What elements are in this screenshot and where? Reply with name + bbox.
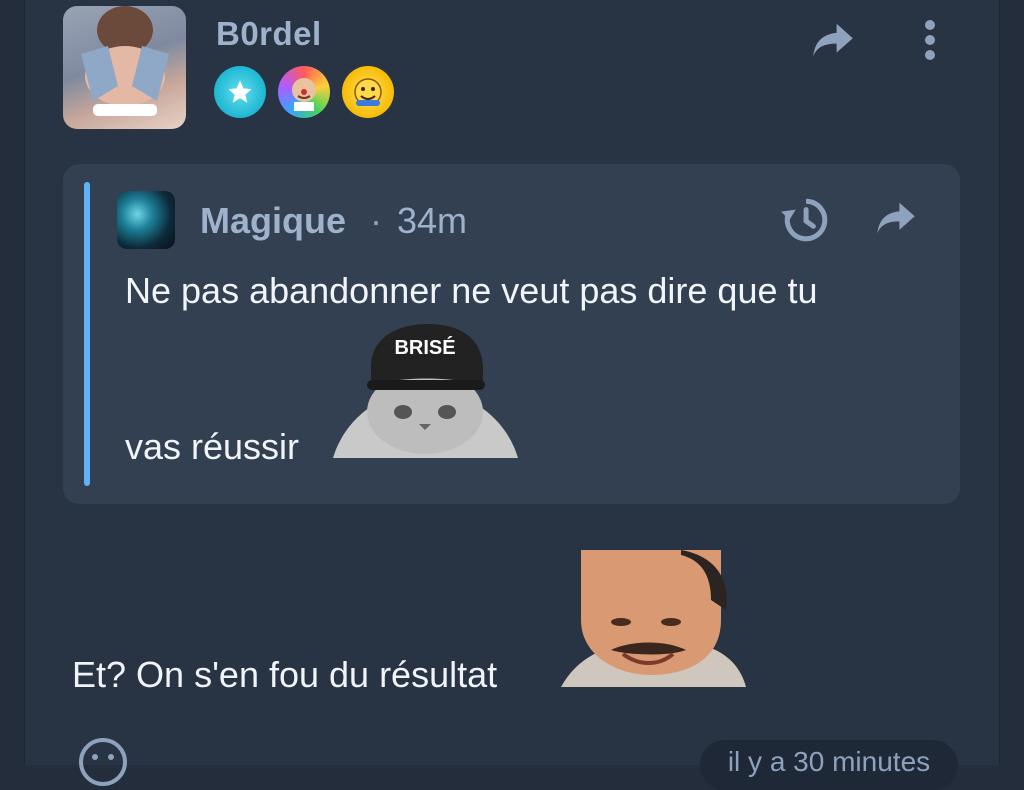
quoted-time: 34m bbox=[397, 200, 468, 241]
star-badge-icon[interactable] bbox=[214, 66, 266, 118]
emoji-badge-icon[interactable] bbox=[342, 66, 394, 118]
time-separator: · bbox=[370, 200, 382, 241]
message-text: Et? On s'en fou du résultat bbox=[72, 654, 498, 695]
quote-accent-bar bbox=[84, 182, 90, 486]
face-badge-icon[interactable] bbox=[278, 66, 330, 118]
sticker-text: BRISÉ bbox=[394, 336, 455, 359]
history-icon[interactable] bbox=[776, 192, 832, 248]
quoted-text-line: Ne pas abandonner ne veut pas dire que t… bbox=[125, 270, 818, 311]
quoted-text-line: vas réussir bbox=[125, 426, 300, 467]
badge-list bbox=[214, 66, 394, 118]
post-timestamp: il y a 30 minutes bbox=[700, 740, 958, 790]
quoted-message[interactable]: Magique · 34m Ne pas abandonner ne veut … bbox=[63, 164, 960, 504]
quoted-author-avatar[interactable] bbox=[117, 191, 175, 249]
share-icon[interactable] bbox=[871, 196, 921, 240]
cat-sticker[interactable]: BRISÉ bbox=[333, 324, 518, 458]
more-vertical-icon[interactable] bbox=[910, 14, 950, 66]
author-avatar[interactable] bbox=[63, 6, 186, 129]
laughing-man-sticker[interactable] bbox=[561, 550, 746, 687]
emoji-reaction-icon[interactable] bbox=[77, 738, 129, 786]
quoted-author-name[interactable]: Magique bbox=[200, 200, 346, 242]
author-name[interactable]: B0rdel bbox=[216, 15, 322, 53]
share-icon[interactable] bbox=[806, 18, 860, 62]
